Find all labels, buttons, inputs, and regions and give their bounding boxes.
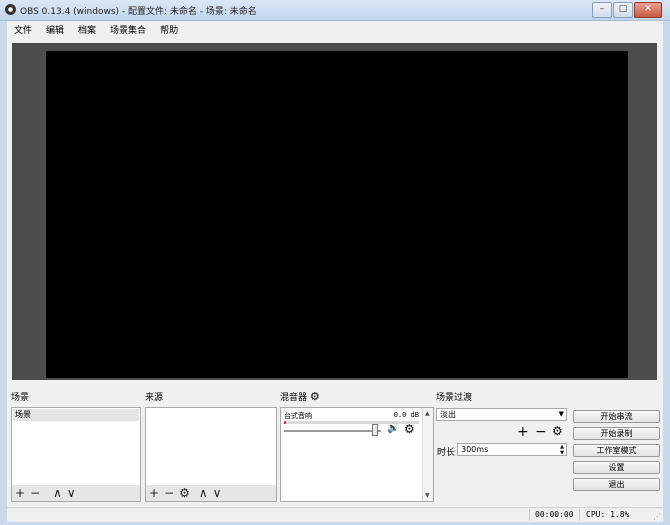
spinner-arrows-icon[interactable]: ▲ ▼	[560, 444, 564, 456]
duration-label: 时长	[437, 448, 456, 458]
obs-logo-icon	[5, 4, 16, 15]
audio-db-value: 0.0 dB	[393, 411, 419, 419]
status-divider	[579, 509, 580, 521]
move-down-icon[interactable]: ∨	[213, 487, 222, 499]
menu-help[interactable]: 帮助	[153, 23, 185, 36]
audio-channel-label: 台式音响	[284, 412, 312, 420]
mixer-title-label: 混音器	[280, 393, 308, 403]
mixer-title: 混音器 ⚙	[280, 390, 320, 403]
transitions-title: 场景过渡	[436, 393, 473, 403]
window-controls: – □ ✕	[592, 2, 662, 18]
minimize-button[interactable]: –	[592, 2, 612, 18]
gear-icon[interactable]: ⚙	[552, 424, 563, 438]
gear-icon[interactable]: ⚙	[179, 487, 190, 499]
sources-title: 来源	[145, 393, 164, 403]
scenes-toolbar: + − ∧ ∨	[12, 485, 140, 501]
sources-panel: + − ⚙ ∧ ∨	[145, 407, 277, 502]
speaker-icon[interactable]: 🔊	[387, 423, 399, 434]
move-down-icon[interactable]: ∨	[67, 487, 76, 499]
exit-button[interactable]: 退出	[573, 478, 660, 491]
main-window: 场景 场景 + − ∧ ∨ 来源 + − ⚙ ∧ ∨ 混音器 ⚙ 台式音响 0.…	[7, 37, 663, 517]
remove-icon[interactable]: −	[164, 487, 174, 499]
chevron-down-icon: ▼	[558, 410, 564, 418]
duration-value: 300ms	[461, 445, 489, 454]
status-cpu: CPU: 1.8%	[586, 510, 630, 519]
menu-scene-collection[interactable]: 场景集合	[103, 23, 153, 36]
add-icon[interactable]: +	[517, 424, 529, 440]
gear-icon[interactable]: ⚙	[310, 390, 320, 403]
move-up-icon[interactable]: ∧	[199, 487, 208, 499]
volume-slider[interactable]	[284, 430, 381, 432]
menu-profile[interactable]: 档案	[71, 23, 103, 36]
gear-icon[interactable]: ⚙	[404, 422, 415, 436]
start-streaming-button[interactable]: 开始串流	[573, 410, 660, 423]
mixer-panel: 台式音响 0.0 dB 🔊 ⚙ ▲ ▼	[280, 407, 434, 502]
sources-toolbar: + − ⚙ ∧ ∨	[146, 485, 276, 501]
scenes-title: 场景	[11, 393, 30, 403]
title-bar: OBS 0.13.4 (windows) - 配置文件: 未命名 - 场景: 未…	[0, 0, 670, 21]
status-time: 00:00:00	[535, 510, 574, 519]
volume-slider-handle[interactable]	[372, 424, 379, 436]
resize-grip-icon[interactable]: ⋰	[653, 512, 661, 521]
volume-meter-level	[284, 421, 286, 424]
status-bar: 00:00:00 CPU: 1.8% ⋰	[7, 507, 663, 522]
menu-bar: 文件 编辑 档案 场景集合 帮助	[7, 21, 663, 37]
move-up-icon[interactable]: ∧	[53, 487, 62, 499]
window-title: OBS 0.13.4 (windows) - 配置文件: 未命名 - 场景: 未…	[20, 7, 257, 17]
scene-list-item[interactable]: 场景	[13, 409, 139, 421]
duration-spinbox[interactable]: 300ms ▲ ▼	[457, 443, 567, 456]
start-recording-button[interactable]: 开始录制	[573, 427, 660, 440]
add-icon[interactable]: +	[149, 487, 159, 499]
settings-button[interactable]: 设置	[573, 461, 660, 474]
mixer-scrollbar[interactable]: ▲ ▼	[422, 408, 433, 501]
menu-file[interactable]: 文件	[7, 23, 39, 36]
scroll-up-icon[interactable]: ▲	[425, 410, 430, 417]
maximize-button[interactable]: □	[613, 2, 633, 18]
menu-edit[interactable]: 编辑	[39, 23, 71, 36]
add-icon[interactable]: +	[15, 487, 25, 499]
transition-select-value: 淡出	[440, 410, 456, 419]
remove-icon[interactable]: −	[535, 424, 547, 440]
studio-mode-button[interactable]: 工作室模式	[573, 444, 660, 457]
preview-canvas[interactable]	[46, 51, 628, 378]
close-button[interactable]: ✕	[634, 2, 662, 18]
remove-icon[interactable]: −	[30, 487, 40, 499]
scenes-panel: 场景 + − ∧ ∨	[11, 407, 141, 502]
scroll-down-icon[interactable]: ▼	[425, 492, 430, 499]
status-divider	[529, 509, 530, 521]
transition-select[interactable]: 淡出 ▼	[436, 408, 567, 421]
